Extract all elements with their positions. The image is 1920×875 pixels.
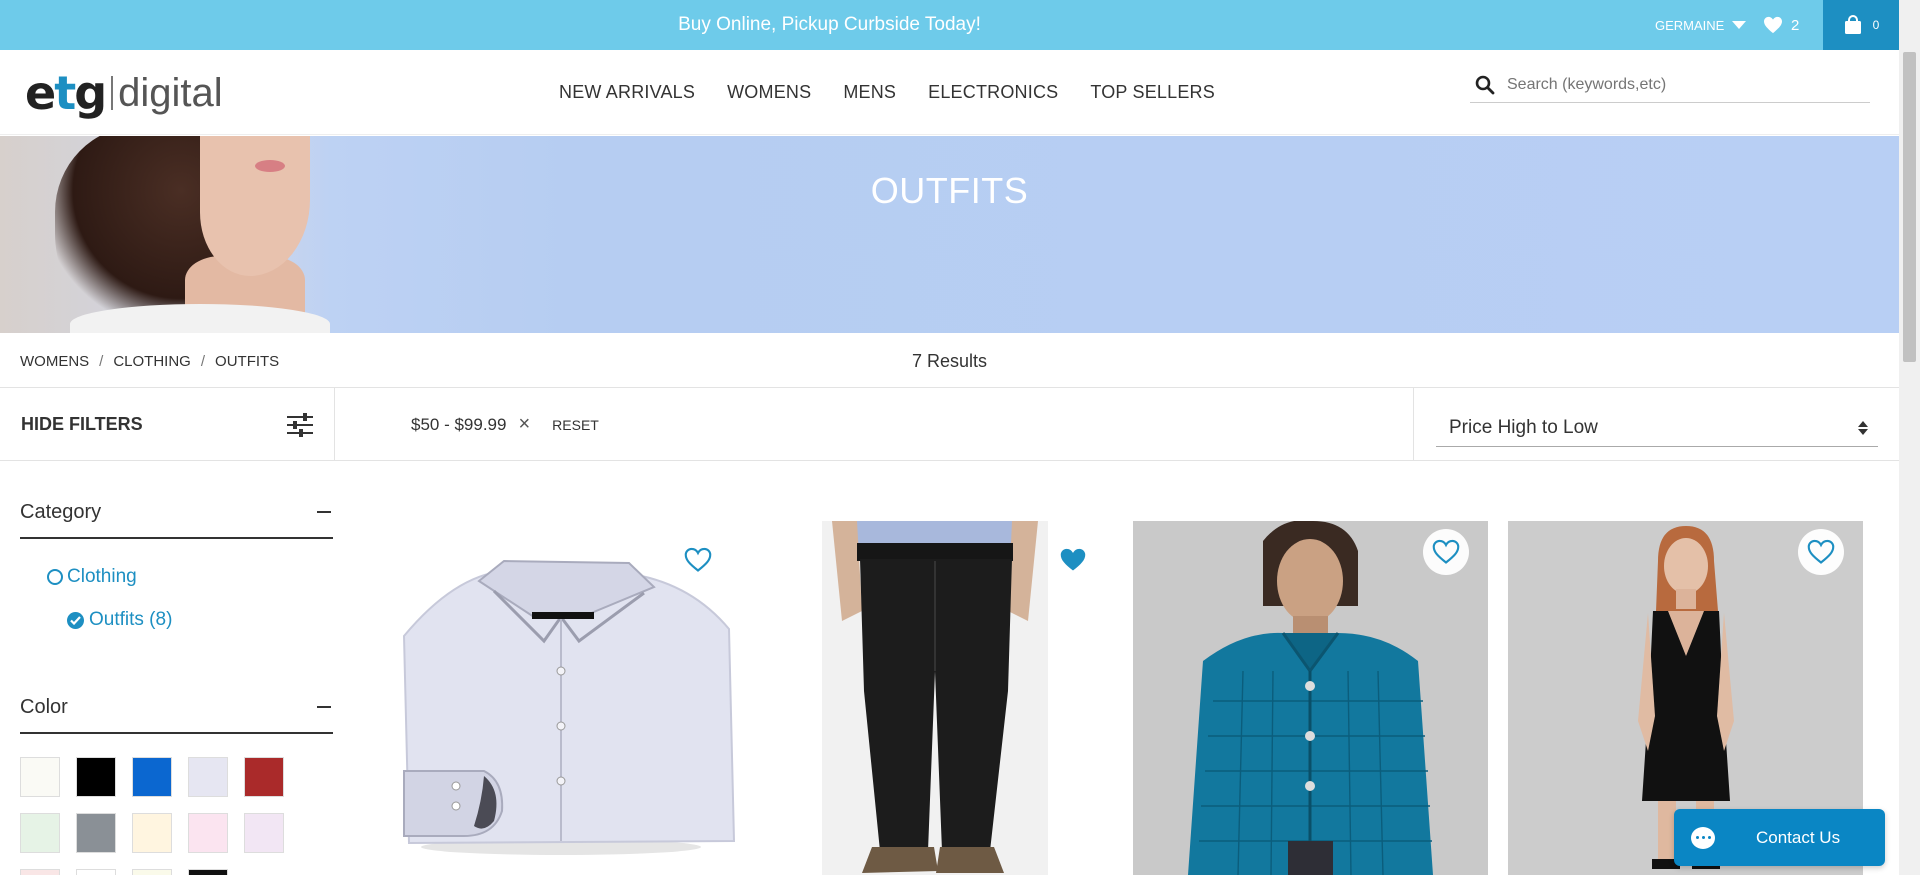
- color-swatch[interactable]: [20, 813, 60, 853]
- site-logo[interactable]: etg digital: [25, 66, 223, 120]
- cart-button[interactable]: 0: [1823, 0, 1899, 50]
- contact-us-button[interactable]: Contact Us: [1674, 809, 1885, 866]
- hide-filters-label: HIDE FILTERS: [21, 414, 143, 434]
- product-card[interactable]: [1133, 521, 1488, 875]
- contact-us-label: Contact Us: [1756, 827, 1841, 847]
- color-facet-title: Color: [20, 695, 68, 718]
- logo-digital: digital: [118, 70, 223, 115]
- page-scrollbar[interactable]: [1899, 0, 1920, 875]
- nav-electronics[interactable]: ELECTRONICS: [928, 82, 1058, 103]
- product-image-black-trousers[interactable]: [822, 521, 1048, 875]
- wishlist-count: 2: [1791, 16, 1800, 34]
- product-card[interactable]: [384, 521, 739, 875]
- chat-bubble-icon: [1691, 826, 1715, 849]
- filter-bar: HIDE FILTERS $50 - $99.99 × RESET Price …: [0, 388, 1899, 461]
- logo-etg: etg: [25, 66, 107, 120]
- breadcrumb-outfits: OUTFITS: [215, 352, 280, 370]
- color-swatch[interactable]: [20, 757, 60, 797]
- color-swatch[interactable]: [76, 869, 116, 875]
- color-swatch[interactable]: [188, 757, 228, 797]
- shopping-bag-icon: [1844, 15, 1861, 34]
- active-filter-chip: $50 - $99.99 × RESET: [411, 388, 599, 461]
- heart-outline-icon: [1432, 539, 1460, 564]
- nav-top-sellers[interactable]: TOP SELLERS: [1090, 82, 1215, 103]
- remove-filter-icon[interactable]: ×: [518, 413, 530, 436]
- product-card[interactable]: [822, 521, 1048, 875]
- breadcrumb-separator: /: [99, 352, 104, 370]
- color-swatch[interactable]: [244, 813, 284, 853]
- account-user-name: GERMAINE: [1655, 17, 1725, 33]
- logo-divider: [111, 76, 114, 110]
- category-item-label: Clothing: [67, 566, 137, 587]
- wishlist-link[interactable]: 2: [1763, 0, 1799, 50]
- wishlist-toggle[interactable]: [1423, 529, 1469, 575]
- promo-text: Buy Online, Pickup Curbside Today!: [678, 14, 981, 35]
- color-swatch[interactable]: [76, 757, 116, 797]
- breadcrumb-clothing[interactable]: CLOTHING: [113, 353, 191, 370]
- sort-arrows-icon: [1858, 420, 1868, 435]
- sort-selected-value: Price High to Low: [1449, 416, 1598, 438]
- site-header: etg digital NEW ARRIVALS WOMENS MENS ELE…: [0, 50, 1899, 135]
- main-nav: NEW ARRIVALS WOMENS MENS ELECTRONICS TOP…: [559, 50, 1215, 135]
- chevron-down-icon: [1732, 21, 1747, 29]
- sliders-icon: [287, 412, 313, 437]
- heart-filled-icon: [1060, 548, 1086, 571]
- page-title: OUTFITS: [870, 170, 1029, 211]
- color-swatch[interactable]: [132, 813, 172, 853]
- heart-icon: [1764, 16, 1782, 34]
- color-swatch[interactable]: [188, 813, 228, 853]
- heart-outline-icon: [1807, 539, 1835, 564]
- search-input[interactable]: [1507, 75, 1847, 94]
- collapse-icon[interactable]: [317, 511, 331, 513]
- category-item-outfits[interactable]: Outfits (8): [67, 609, 172, 631]
- cart-count: 0: [1872, 18, 1880, 32]
- category-facet-title: Category: [20, 500, 102, 523]
- radio-unchecked-icon: [47, 569, 63, 585]
- wishlist-toggle-active[interactable]: [1050, 537, 1096, 583]
- category-facet-header[interactable]: Category: [20, 487, 333, 539]
- account-menu[interactable]: GERMAINE: [1655, 0, 1747, 50]
- color-swatch[interactable]: [244, 757, 284, 797]
- search-icon[interactable]: [1475, 75, 1495, 95]
- collapse-icon[interactable]: [317, 706, 331, 708]
- breadcrumb-separator: /: [200, 352, 206, 370]
- product-image-quilted-jacket[interactable]: [1133, 521, 1488, 875]
- check-circle-icon: [67, 611, 84, 629]
- nav-womens[interactable]: WOMENS: [727, 82, 811, 103]
- active-filter-label: $50 - $99.99: [411, 414, 507, 434]
- color-swatch[interactable]: [132, 757, 172, 797]
- color-swatch[interactable]: [20, 869, 60, 875]
- wishlist-toggle[interactable]: [675, 537, 721, 583]
- category-item-label: Outfits (8): [89, 609, 173, 630]
- category-banner: OUTFITS: [0, 136, 1899, 333]
- results-count: 7 Results: [911, 351, 988, 371]
- scrollbar-thumb[interactable]: [1903, 52, 1916, 362]
- heart-outline-icon: [684, 547, 712, 572]
- breadcrumb: WOMENS / CLOTHING / OUTFITS: [20, 344, 279, 378]
- color-facet-header[interactable]: Color: [20, 682, 333, 734]
- hide-filters-button[interactable]: HIDE FILTERS: [0, 388, 335, 461]
- breadcrumb-womens[interactable]: WOMENS: [20, 353, 89, 370]
- sort-container: Price High to Low: [1413, 388, 1899, 461]
- sort-select[interactable]: Price High to Low: [1436, 409, 1878, 447]
- category-item-clothing[interactable]: Clothing: [47, 566, 137, 588]
- color-swatch[interactable]: [76, 813, 116, 853]
- color-swatch[interactable]: [132, 869, 172, 875]
- promo-bar: Buy Online, Pickup Curbside Today! GERMA…: [0, 0, 1899, 50]
- nav-new-arrivals[interactable]: NEW ARRIVALS: [559, 82, 695, 103]
- color-swatch[interactable]: [188, 869, 228, 875]
- search-bar: [1470, 67, 1870, 103]
- nav-mens[interactable]: MENS: [843, 82, 896, 103]
- banner-model-image: [0, 136, 330, 333]
- reset-filters-button[interactable]: RESET: [552, 417, 599, 433]
- wishlist-toggle[interactable]: [1798, 529, 1844, 575]
